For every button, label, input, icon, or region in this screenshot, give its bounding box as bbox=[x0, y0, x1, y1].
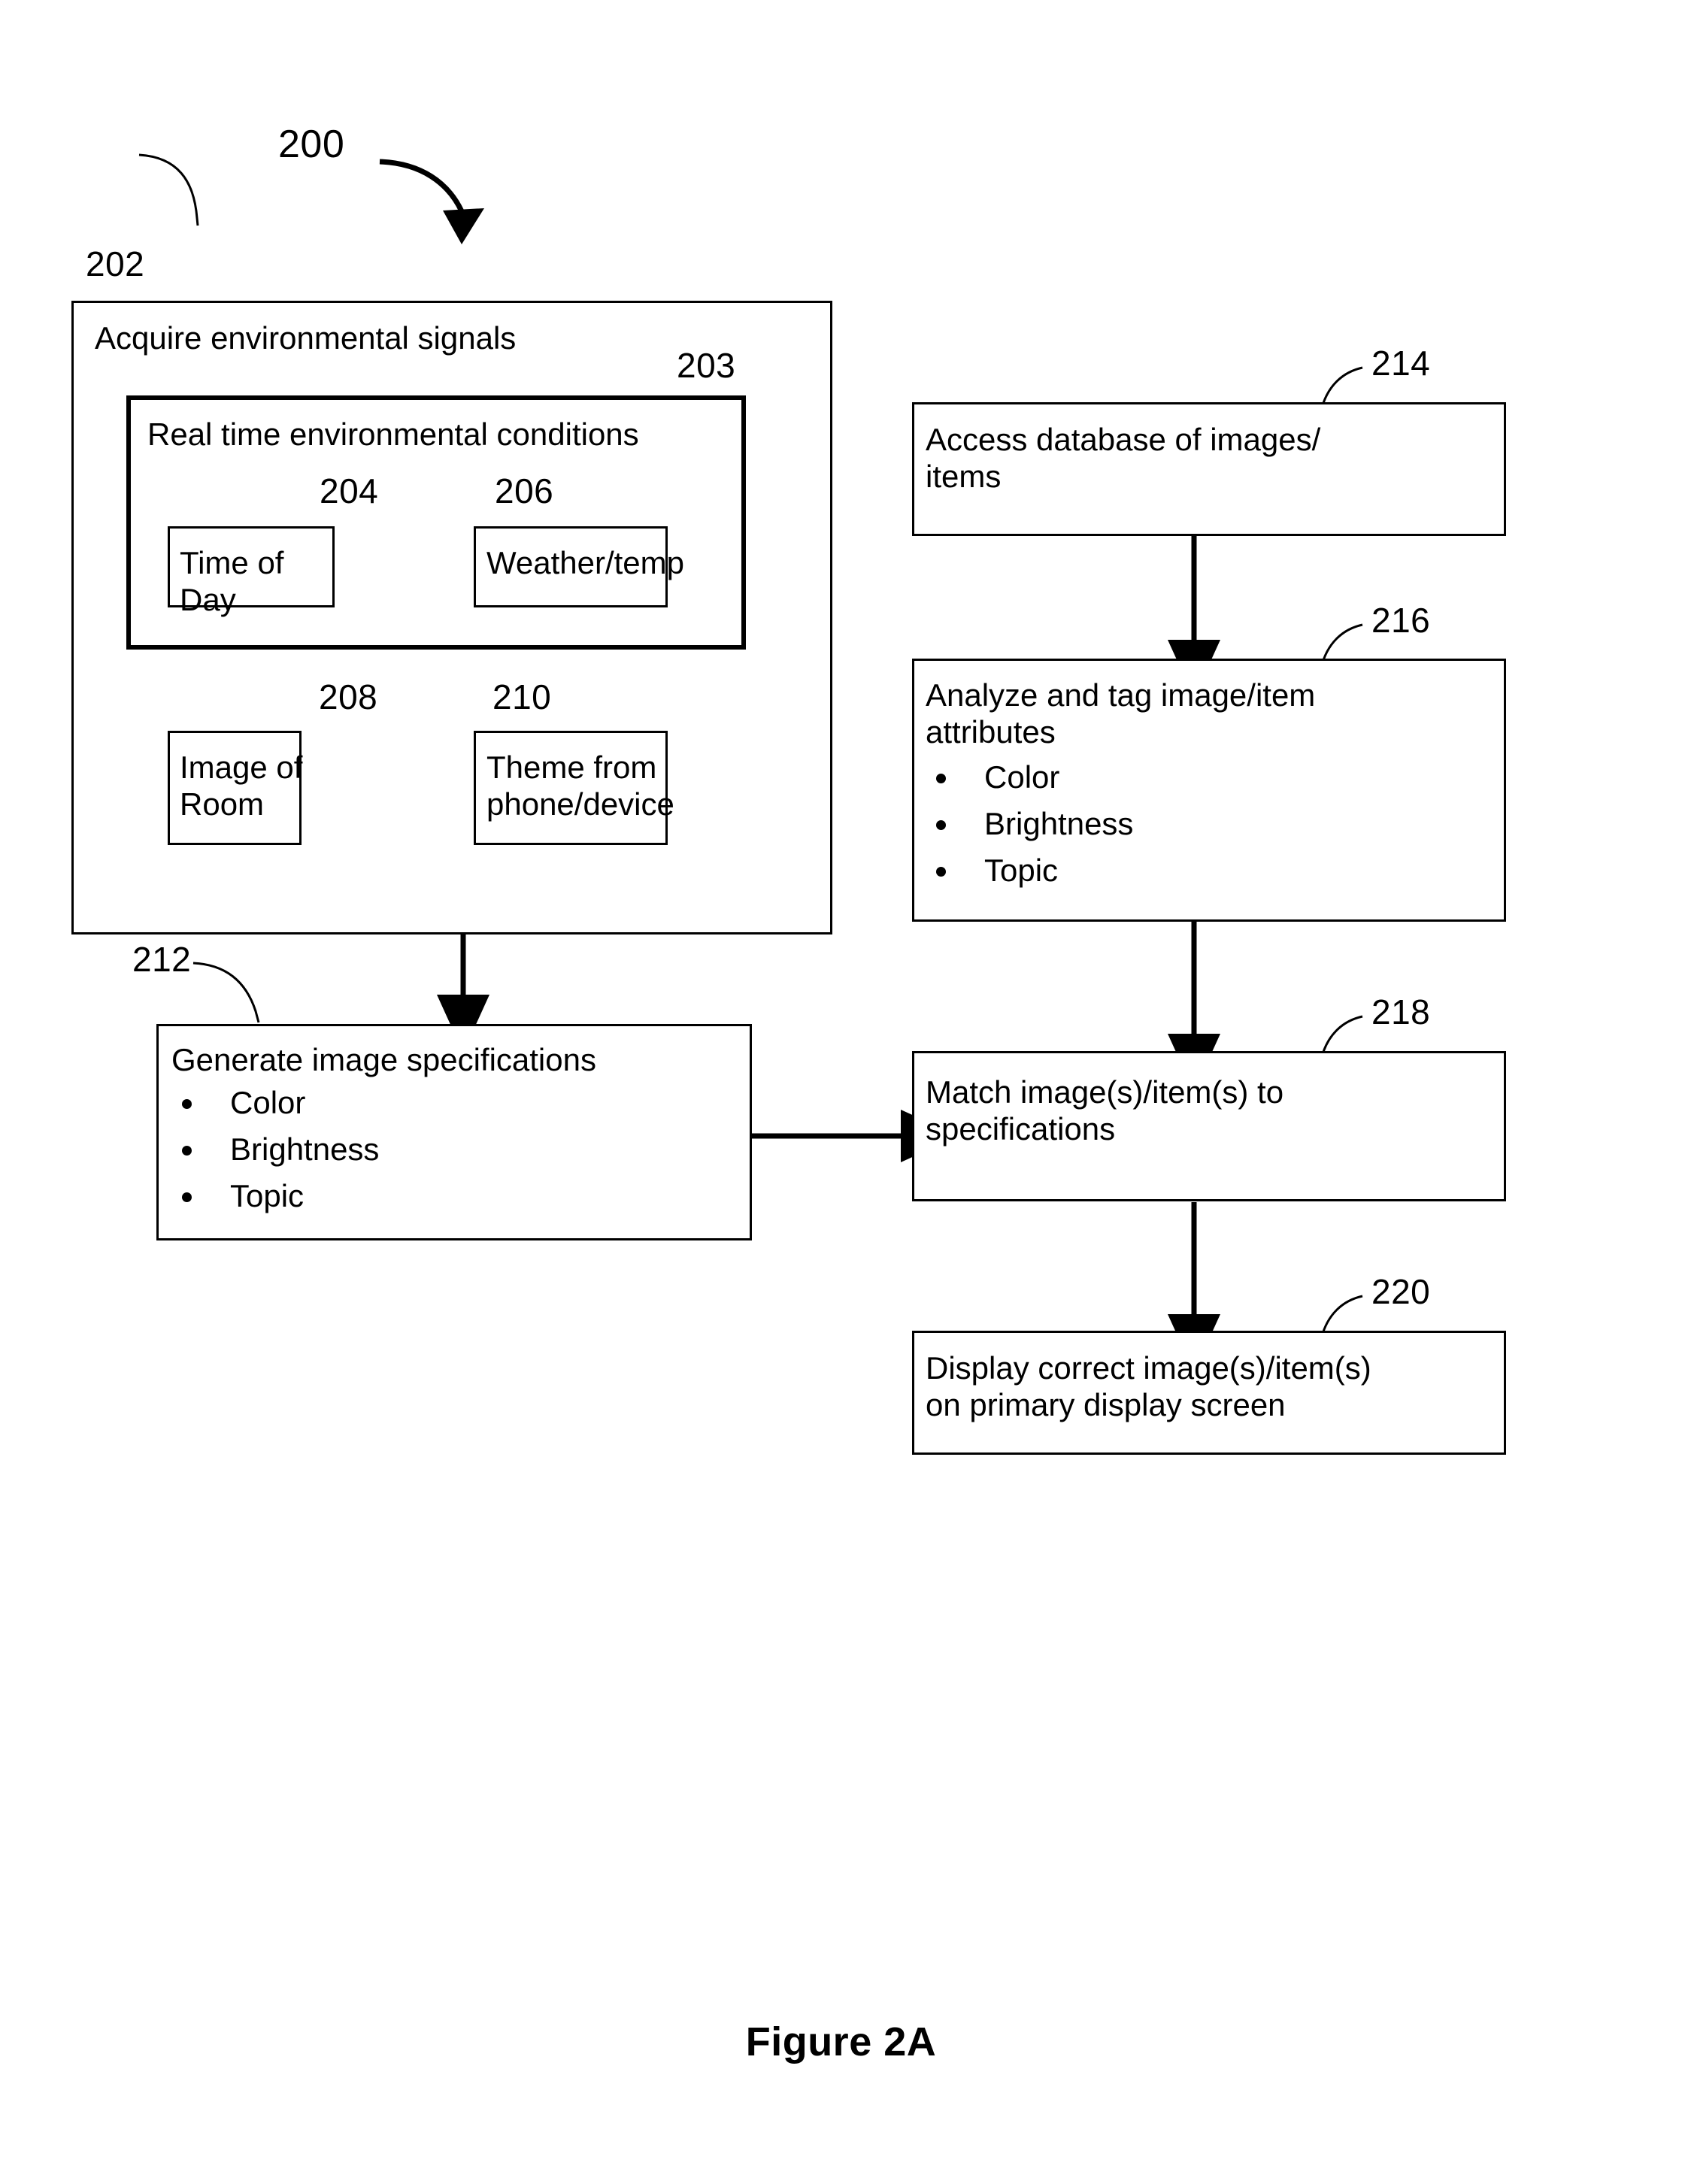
ref-label-214: 214 bbox=[1371, 344, 1431, 383]
node-time-of-day-title: Time of Day bbox=[180, 545, 284, 618]
node-weather-temp-title: Weather/temp bbox=[486, 545, 685, 580]
leader-202 bbox=[138, 153, 199, 226]
ref-label-220: 220 bbox=[1371, 1272, 1431, 1311]
node-access-database-title: Access database of images/ items bbox=[926, 422, 1321, 495]
list-item: Topic bbox=[926, 852, 1452, 889]
list-item: Color bbox=[926, 759, 1452, 795]
ref-label-218: 218 bbox=[1371, 992, 1431, 1031]
patent-figure-page: 200 202 Acquire environmental signals 20… bbox=[0, 0, 1682, 2184]
ref-label-206: 206 bbox=[495, 471, 554, 510]
ref-label-212: 212 bbox=[132, 940, 192, 979]
list-item: Brightness bbox=[171, 1131, 698, 1168]
node-analyze-and-tag-bullets: Color Brightness Topic bbox=[926, 759, 1452, 898]
node-real-time-conditions-title: Real time environmental conditions bbox=[147, 417, 639, 452]
list-item: Brightness bbox=[926, 805, 1452, 842]
node-display-result-title: Display correct image(s)/item(s) on prim… bbox=[926, 1350, 1371, 1423]
node-acquire-title: Acquire environmental signals bbox=[95, 320, 517, 356]
ref-label-203: 203 bbox=[677, 346, 736, 385]
leader-212 bbox=[192, 962, 260, 1023]
node-theme-from-device-title: Theme from phone/device bbox=[486, 750, 674, 822]
node-match-to-specifications-title: Match image(s)/item(s) to specifications bbox=[926, 1074, 1284, 1147]
ref-label-210: 210 bbox=[492, 677, 552, 716]
list-item: Color bbox=[171, 1084, 698, 1121]
figure-caption: Figure 2A bbox=[745, 2019, 937, 2064]
node-image-of-room-title: Image of Room bbox=[180, 750, 303, 822]
list-item: Topic bbox=[171, 1177, 698, 1214]
node-analyze-and-tag-title: Analyze and tag image/item attributes bbox=[926, 677, 1316, 750]
node-generate-specs-bullets: Color Brightness Topic bbox=[171, 1084, 698, 1224]
node-generate-specs-title: Generate image specifications bbox=[171, 1042, 596, 1077]
ref-label-202: 202 bbox=[86, 244, 145, 283]
ref-label-208: 208 bbox=[319, 677, 378, 716]
flow-ref-arrowhead bbox=[443, 208, 484, 244]
ref-label-216: 216 bbox=[1371, 601, 1431, 640]
ref-label-204: 204 bbox=[320, 471, 379, 510]
ref-label-200: 200 bbox=[278, 123, 345, 166]
flow-ref-arrow bbox=[379, 159, 465, 213]
